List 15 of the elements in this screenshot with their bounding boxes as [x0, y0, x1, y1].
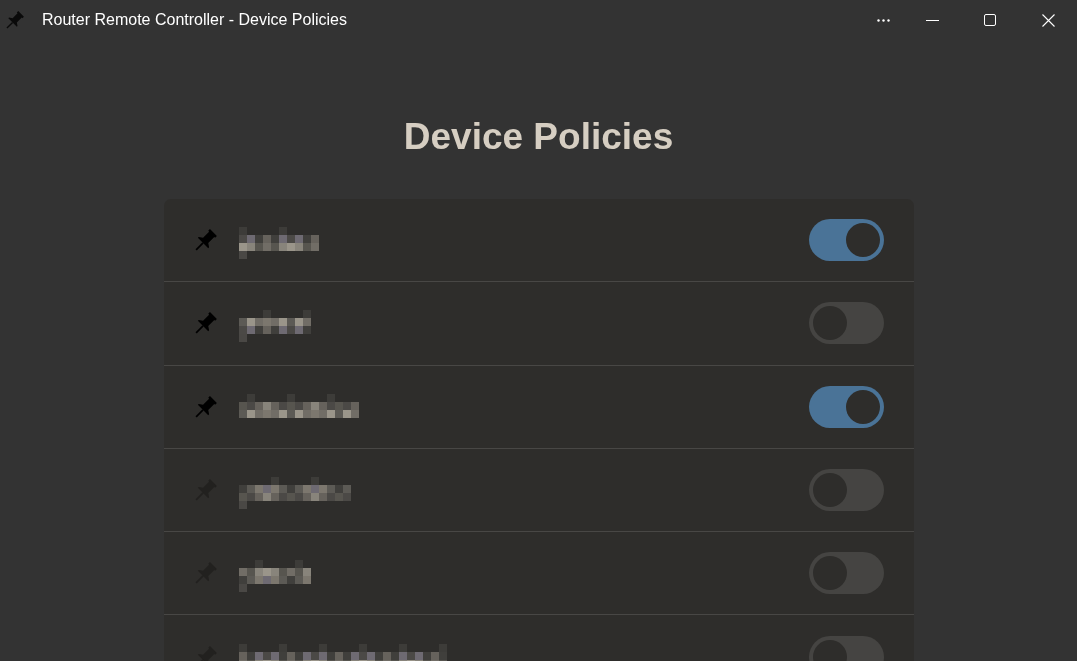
more-icon — [876, 18, 890, 22]
pin-icon[interactable] — [194, 395, 217, 418]
pin-icon[interactable] — [194, 312, 217, 335]
minimize-icon — [925, 19, 939, 21]
window-title: Router Remote Controller - Device Policies — [42, 11, 348, 29]
page-heading: Device Policies — [403, 115, 674, 159]
pin-icon — [6, 11, 24, 29]
pin-icon[interactable] — [194, 229, 217, 252]
maximize-icon — [984, 14, 996, 26]
toggle-switch[interactable] — [808, 302, 884, 345]
toggle-switch[interactable] — [808, 552, 884, 595]
close-icon — [1041, 13, 1055, 27]
toggle-switch[interactable] — [808, 385, 884, 428]
toggle-switch[interactable] — [808, 219, 884, 262]
toggle-switch[interactable] — [808, 469, 884, 512]
